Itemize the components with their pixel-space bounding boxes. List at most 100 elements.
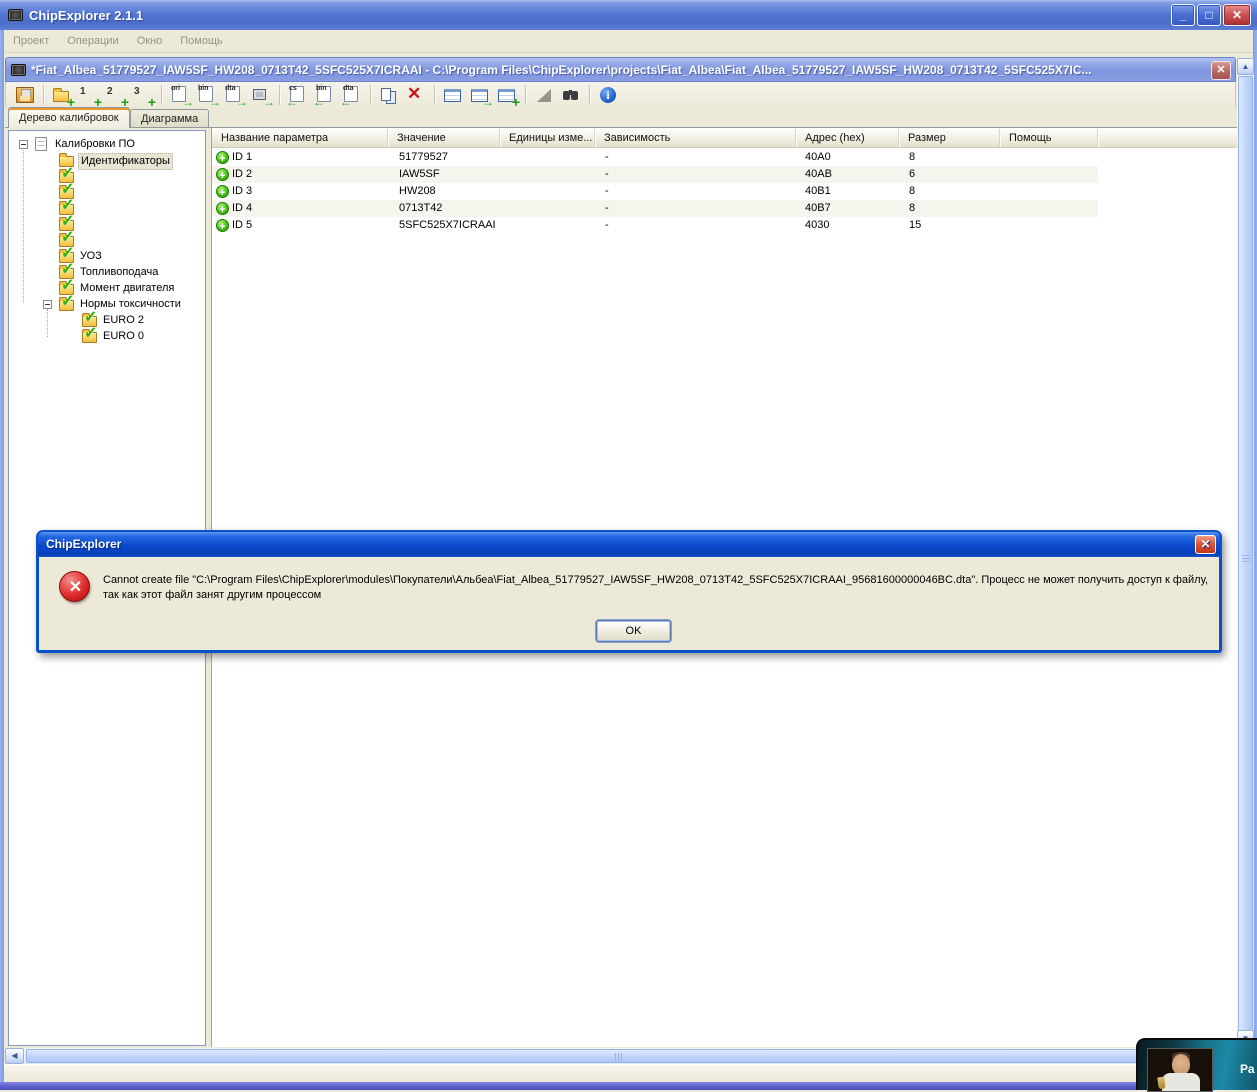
ok-button[interactable]: OK [596,620,671,642]
table-header: Название параметра Значение Единицы изме… [212,129,1237,148]
export-bin-button[interactable]: bin [195,84,220,107]
table-row-id4[interactable]: ID 4 0713T42 - 40B7 8 [212,200,1098,217]
import-bin-button[interactable]: bin [313,84,338,107]
chipexplorer-app: ChipExplorer 2.1.1 _ □ ✕ Проект Операции… [0,0,1257,1090]
table-export-button[interactable] [468,84,493,107]
info-icon: i [600,87,616,103]
table-row-id5[interactable]: ID 5 5SFC525X7ICRAAI - 4030 15 [212,217,1098,234]
app-title: ChipExplorer 2.1.1 [29,8,143,23]
document-icon [35,137,47,151]
project-close-button[interactable]: ✕ [1211,61,1231,80]
toolbar-separator [370,85,372,105]
horizontal-scrollbar[interactable]: ◀ ▶ [5,1048,1237,1064]
photo-face [1172,1054,1190,1075]
toolbar-separator [43,85,45,105]
collapse-toggle-icon[interactable] [19,140,28,149]
menu-project[interactable]: Проект [4,32,58,50]
check-folder-icon [59,300,74,311]
col-units[interactable]: Единицы изме... [500,129,595,147]
popup-contact-name: Ра [1240,1062,1255,1076]
triangle-button[interactable] [532,84,557,107]
add-2-button[interactable]: 2 [104,84,129,107]
copy-button[interactable] [377,84,402,107]
col-name[interactable]: Название параметра [212,129,388,147]
error-dialog: ChipExplorer ✕ Cannot create file "C:\Pr… [36,530,1222,653]
project-window-titlebar: *Fiat_Albea_51779527_IAW5SF_HW208_0713T4… [5,57,1236,82]
notification-popup[interactable]: Ра [1136,1038,1257,1090]
floppy-icon [16,87,34,103]
table-icon [444,89,461,102]
status-bar [4,1064,1253,1082]
tab-calibration-tree[interactable]: Дерево калибровок [8,107,130,128]
scroll-left-button[interactable]: ◀ [5,1048,24,1064]
save-button[interactable] [13,84,38,107]
two-icon: 2 [107,86,113,97]
menu-window[interactable]: Окно [128,32,172,50]
add-1-button[interactable]: 1 [77,84,102,107]
minimize-button[interactable]: _ [1171,4,1195,26]
contact-photo [1147,1048,1213,1092]
table-row-id3[interactable]: ID 3 HW208 - 40B1 8 [212,183,1098,200]
toolbar-separator [589,85,591,105]
three-icon: 3 [134,86,140,97]
tree-connector [47,309,48,337]
menu-help[interactable]: Помощь [171,32,232,50]
find-button[interactable] [559,84,584,107]
plus-orb-icon [216,185,229,198]
col-size[interactable]: Размер [899,129,1000,147]
error-dialog-title: ChipExplorer [46,537,121,551]
import-dta-button[interactable]: dta [340,84,365,107]
scroll-up-button[interactable]: ▲ [1237,58,1254,75]
tree-connector [23,147,24,303]
project-chip-icon [11,64,26,76]
tab-diagram[interactable]: Диаграмма [130,109,209,128]
error-dialog-titlebar: ChipExplorer ✕ [38,532,1220,557]
open-folder-add-button[interactable] [50,84,75,107]
export-dta-button[interactable]: dta [222,84,247,107]
table-add-button[interactable] [495,84,520,107]
collapse-toggle-icon[interactable] [43,300,52,309]
col-dependency[interactable]: Зависимость [595,129,796,147]
export-device-button[interactable] [249,84,274,107]
info-button[interactable]: i [596,84,621,107]
delete-button[interactable]: ✕ [404,84,429,107]
col-address[interactable]: Адрес (hex) [796,129,899,147]
close-button[interactable]: ✕ [1223,4,1251,26]
table-row-id2[interactable]: ID 2 IAW5SF - 40AB 6 [212,166,1098,183]
device-icon [253,89,266,100]
add-3-button[interactable]: 3 [131,84,156,107]
delete-x-icon: ✕ [407,84,421,104]
maximize-button[interactable]: □ [1197,4,1221,26]
export-ori-button[interactable]: ori [168,84,193,107]
error-dialog-close-button[interactable]: ✕ [1195,535,1216,554]
triangle-icon [537,89,551,102]
window-frame-left [0,30,4,1082]
col-value[interactable]: Значение [388,129,500,147]
toolbar-separator [434,85,436,105]
toolbar: 1 2 3 ori bin dta cs bin dta ✕ i [5,82,1236,108]
import-cs-button[interactable]: cs [286,84,311,107]
toolbar-separator [279,85,281,105]
folder-plus-icon [53,91,69,102]
table-row-id1[interactable]: ID 1 51779527 - 40A0 8 [212,149,1098,166]
vertical-scroll-thumb[interactable] [1238,76,1253,1038]
tree-root-label: Калибровки ПО [53,137,137,152]
photo-glass [1157,1077,1166,1090]
table-arrow-icon [471,89,488,102]
one-icon: 1 [80,86,86,97]
toolbar-separator [161,85,163,105]
app-chip-icon [8,9,23,21]
error-icon [59,571,90,602]
window-frame-bottom [0,1082,1257,1090]
table-plus-icon [498,89,515,102]
col-help[interactable]: Помощь [1000,129,1098,147]
table-view-button[interactable] [441,84,466,107]
vertical-scrollbar[interactable]: ▲ ▼ [1237,58,1254,1047]
toolbar-separator [525,85,527,105]
horizontal-scroll-thumb[interactable] [26,1049,1208,1063]
project-window-title: *Fiat_Albea_51779527_IAW5SF_HW208_0713T4… [31,63,1171,77]
plus-orb-icon [216,151,229,164]
menu-operations[interactable]: Операции [58,32,127,50]
tab-bar: Дерево калибровок Диаграмма [5,108,1236,128]
binoculars-icon [563,91,570,100]
